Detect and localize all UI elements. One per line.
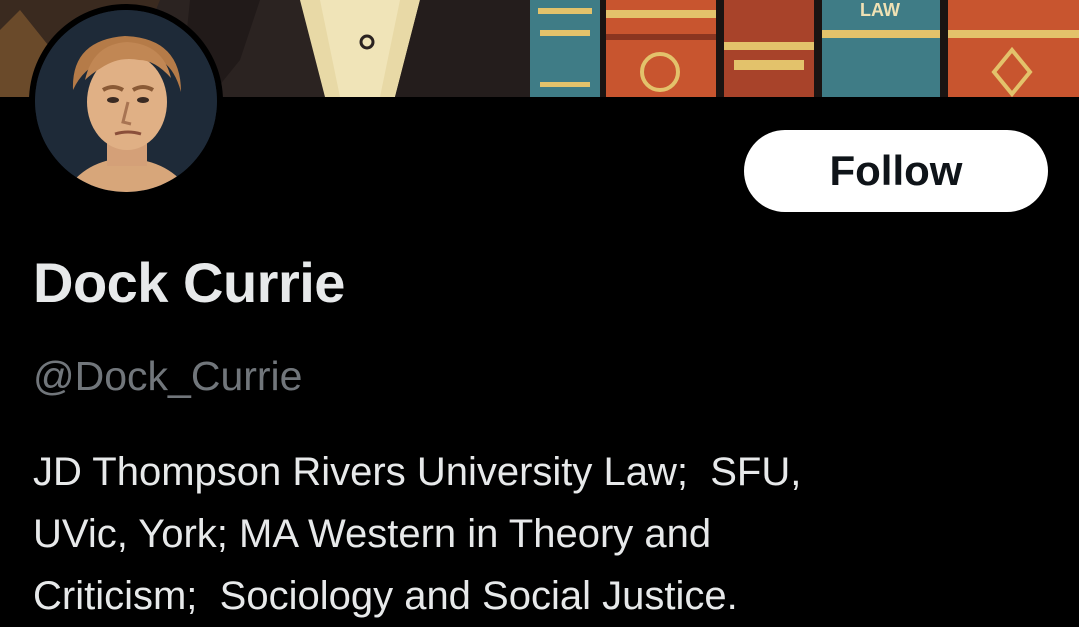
bio-line: UVic, York; MA Western in Theory and	[33, 512, 712, 556]
profile-bio: JD Thompson Rivers University Law; SFU, …	[33, 441, 1033, 627]
bio-line: Criticism; Sociology and Social Justice.	[33, 574, 738, 618]
user-handle: @Dock_Currie	[33, 353, 303, 399]
bio-line: JD Thompson Rivers University Law; SFU,	[33, 450, 802, 494]
follow-button[interactable]: Follow	[744, 130, 1048, 212]
display-name: Dock Currie	[33, 251, 345, 314]
profile-portrait-icon	[35, 10, 217, 192]
avatar[interactable]	[29, 4, 223, 198]
banner-spine-label: LAW	[860, 0, 900, 20]
